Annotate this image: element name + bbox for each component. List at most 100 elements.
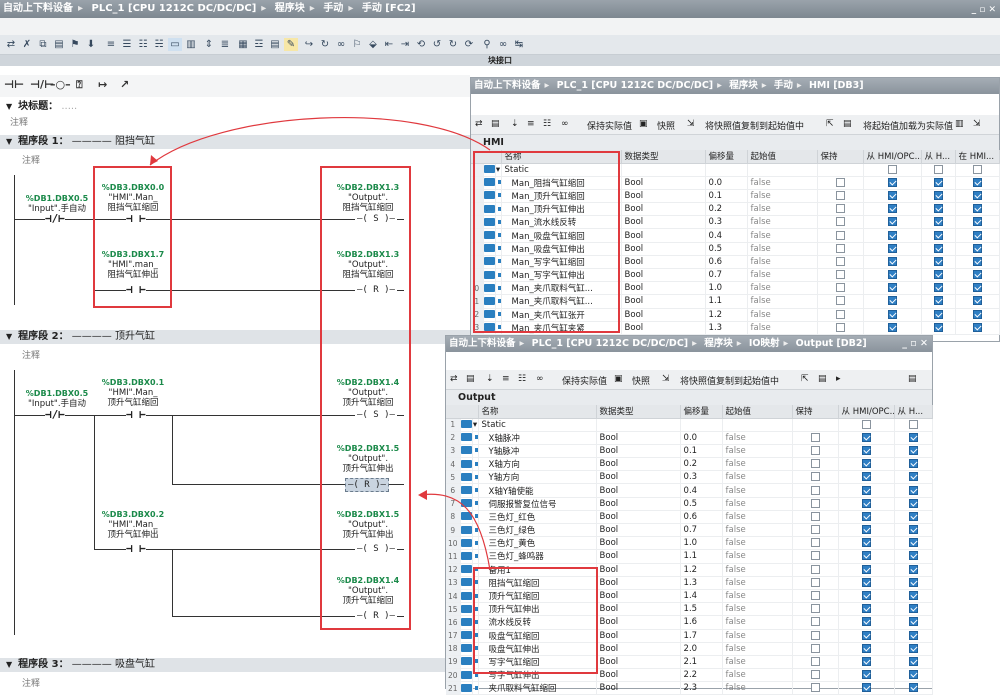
var-name[interactable]: Static: [478, 418, 597, 432]
glasses-icon[interactable]: ∞: [561, 119, 569, 129]
retain-checkbox[interactable]: [792, 444, 839, 459]
table-row[interactable]: 6 X轴Y轴使能 Bool 0.4 false: [446, 483, 933, 498]
access-checkbox[interactable]: [894, 470, 933, 485]
no-contact[interactable]: ⊣ ⊢: [126, 543, 146, 555]
table-row[interactable]: 9 三色灯_绿色 Bool 0.7 false: [446, 523, 933, 538]
access-checkbox[interactable]: [894, 444, 933, 459]
var-name[interactable]: X轴Y轴使能: [478, 483, 597, 498]
copy-icon[interactable]: ⧉: [36, 38, 50, 51]
glasses-icon[interactable]: ∞: [334, 38, 348, 51]
network-2-comment[interactable]: 注释: [22, 348, 40, 361]
var-start[interactable]: false: [722, 444, 793, 459]
access-checkbox[interactable]: [955, 202, 1000, 217]
insert-row-icon[interactable]: ▤: [491, 119, 500, 129]
var-start[interactable]: false: [722, 510, 793, 525]
retain-checkbox[interactable]: [792, 629, 839, 643]
var-start[interactable]: false: [747, 202, 818, 217]
access-checkbox[interactable]: [894, 655, 933, 670]
retain-checkbox[interactable]: [817, 242, 864, 256]
retain-checkbox[interactable]: [792, 457, 839, 472]
access-checkbox[interactable]: [838, 681, 895, 695]
var-start[interactable]: false: [747, 321, 818, 335]
refresh-icon[interactable]: ↺: [430, 38, 444, 51]
var-start[interactable]: false: [722, 431, 793, 445]
access-checkbox[interactable]: [863, 281, 922, 296]
var-type[interactable]: Bool: [596, 668, 681, 683]
access-checkbox[interactable]: [894, 510, 933, 525]
access-checkbox[interactable]: [955, 308, 1000, 322]
expand-icon[interactable]: [472, 483, 479, 498]
access-checkbox[interactable]: [921, 163, 956, 177]
access-checkbox[interactable]: [838, 483, 895, 498]
access-checkbox[interactable]: [921, 228, 956, 243]
access-checkbox[interactable]: [838, 642, 895, 656]
access-checkbox[interactable]: [838, 470, 895, 485]
var-name[interactable]: Y轴脉冲: [478, 444, 597, 459]
retain-checkbox[interactable]: [817, 268, 864, 283]
access-checkbox[interactable]: [863, 242, 922, 256]
var-start[interactable]: false: [722, 563, 793, 577]
access-checkbox[interactable]: [838, 444, 895, 459]
var-name[interactable]: X轴方向: [478, 457, 597, 472]
access-checkbox[interactable]: [921, 255, 956, 270]
retain-checkbox[interactable]: [817, 294, 864, 309]
retain-checkbox[interactable]: [792, 681, 839, 695]
var-type[interactable]: Bool: [621, 255, 706, 270]
var-start[interactable]: false: [722, 668, 793, 683]
expand-icon[interactable]: [472, 549, 479, 564]
var-type[interactable]: Bool: [621, 321, 706, 335]
retain-checkbox[interactable]: [792, 431, 839, 445]
var-type[interactable]: [596, 418, 681, 432]
retain-checkbox[interactable]: [817, 308, 864, 322]
retain-checkbox[interactable]: [817, 321, 864, 335]
access-checkbox[interactable]: [838, 655, 895, 670]
access-checkbox[interactable]: [894, 602, 933, 617]
access-checkbox[interactable]: [894, 457, 933, 472]
var-start[interactable]: [722, 418, 793, 432]
no-contact-icon[interactable]: ⊣⊢: [4, 78, 24, 91]
var-start[interactable]: false: [722, 523, 793, 538]
var-type[interactable]: Bool: [596, 563, 681, 577]
var-start[interactable]: false: [747, 215, 818, 230]
var-start[interactable]: false: [747, 268, 818, 283]
access-checkbox[interactable]: [838, 457, 895, 472]
var-type[interactable]: Bool: [621, 176, 706, 190]
load-icon[interactable]: ▤: [818, 374, 827, 384]
tree-icon[interactable]: ☷: [518, 374, 526, 384]
access-checkbox[interactable]: [838, 563, 895, 577]
var-name[interactable]: Y轴方向: [478, 470, 597, 485]
access-checkbox[interactable]: [894, 615, 933, 630]
access-checkbox[interactable]: [894, 589, 933, 604]
access-checkbox[interactable]: [894, 549, 933, 564]
crumb[interactable]: 手动: [323, 3, 343, 14]
access-checkbox[interactable]: [838, 629, 895, 643]
var-start[interactable]: false: [722, 602, 793, 617]
table-row[interactable]: 10 三色灯_黄色 Bool 1.0 false: [446, 536, 933, 551]
var-start[interactable]: false: [722, 483, 793, 498]
access-checkbox[interactable]: [955, 321, 1000, 335]
access-checkbox[interactable]: [838, 668, 895, 683]
var-type[interactable]: Bool: [596, 523, 681, 538]
var-type[interactable]: Bool: [596, 629, 681, 643]
var-start[interactable]: false: [747, 294, 818, 309]
expand-all-icon[interactable]: ⇣: [486, 374, 494, 384]
var-start[interactable]: false: [747, 189, 818, 204]
var-type[interactable]: Bool: [596, 497, 681, 511]
network-3-header[interactable]: ▼ 程序段 3： ———— 吸盘气缸: [0, 658, 470, 672]
var-name[interactable]: 伺服报警复位信号: [478, 497, 597, 511]
var-start[interactable]: false: [722, 655, 793, 670]
retain-checkbox[interactable]: [792, 470, 839, 485]
access-checkbox[interactable]: [955, 242, 1000, 256]
monitor-on-icon[interactable]: ⚲: [480, 38, 494, 51]
var-type[interactable]: Bool: [596, 431, 681, 445]
insert-network-icon[interactable]: ⇄: [4, 38, 18, 51]
retain-checkbox[interactable]: [792, 642, 839, 656]
block-interface-bar[interactable]: 块接口: [0, 55, 1000, 66]
var-type[interactable]: Bool: [596, 470, 681, 485]
var-start[interactable]: false: [722, 536, 793, 551]
access-checkbox[interactable]: [838, 536, 895, 551]
access-checkbox[interactable]: [863, 176, 922, 190]
paste-icon[interactable]: ▤: [52, 38, 66, 51]
load-icon[interactable]: ▤: [843, 119, 852, 129]
access-checkbox[interactable]: [955, 228, 1000, 243]
